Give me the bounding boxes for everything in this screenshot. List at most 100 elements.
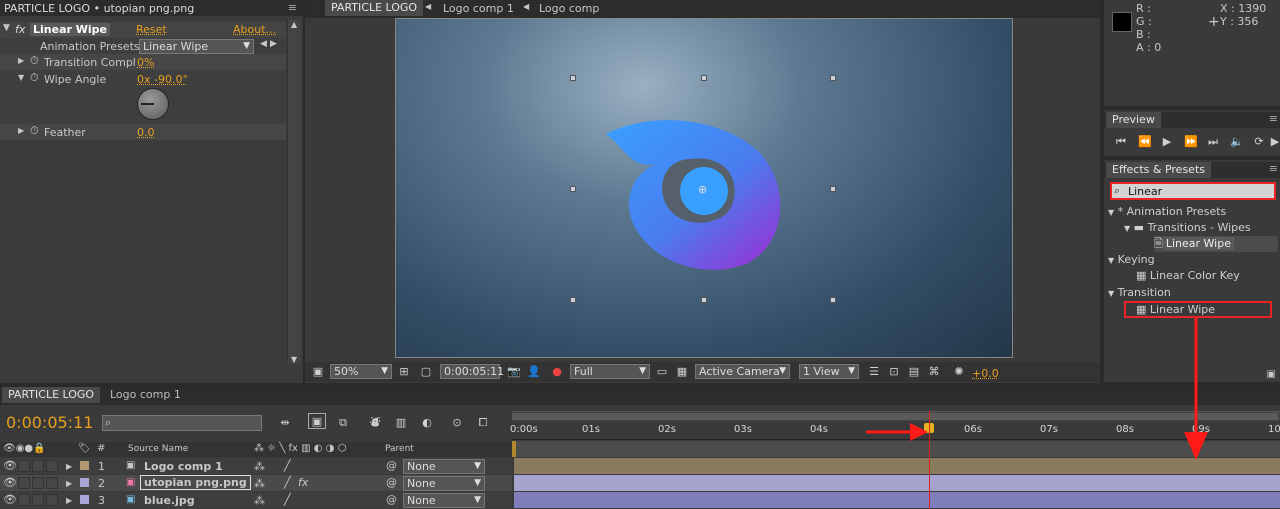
pickwhip-icon[interactable]: @ xyxy=(386,475,397,491)
stopwatch-icon[interactable]: ⏱ xyxy=(30,124,39,138)
live-update-icon[interactable]: ▣ xyxy=(308,413,326,429)
layer-name[interactable]: blue.jpg xyxy=(144,493,195,509)
collapse-arrow-icon[interactable]: ▼ xyxy=(18,73,24,82)
layer-bar[interactable] xyxy=(514,475,1280,491)
parent-dropdown[interactable]: None ▼ xyxy=(403,459,485,474)
layer-row[interactable]: 👁 ▶ 3 ▣ blue.jpg ⁂ ╱ @ None ▼ xyxy=(0,492,512,508)
fx-icon[interactable]: fx xyxy=(15,23,25,36)
expand-arrow-icon[interactable]: ▶ xyxy=(18,126,24,135)
new-folder-icon[interactable]: ▣ xyxy=(1267,369,1276,380)
transparency-grid-icon[interactable]: ▦ xyxy=(673,364,691,380)
label-color-swatch[interactable] xyxy=(80,478,89,487)
tree-item-linear-wipe-preset[interactable]: 🗎 Linear Wipe xyxy=(1154,236,1278,252)
first-frame-icon[interactable]: ⏮ xyxy=(1112,134,1130,150)
prop-transition-value[interactable]: 0% xyxy=(137,56,154,69)
layer-name[interactable]: utopian png.png xyxy=(140,475,251,490)
bbox-handle[interactable] xyxy=(570,186,576,192)
panel-menu-icon[interactable]: ≡ xyxy=(1269,162,1278,175)
last-frame-icon[interactable]: ⏭ xyxy=(1204,134,1222,150)
visibility-icon[interactable]: 👁 xyxy=(3,475,17,491)
exposure-value[interactable]: +0.0 xyxy=(972,367,999,380)
motion-blur-icon[interactable]: ◐ xyxy=(418,415,436,431)
play-icon[interactable]: ▶ xyxy=(1158,134,1176,150)
visibility-icon[interactable]: 👁 xyxy=(3,458,17,474)
quality-switch-icon[interactable]: ╱ xyxy=(284,475,291,491)
viewer-timecode[interactable]: 0:00:05:11 xyxy=(440,364,504,379)
tree-folder-transitions[interactable]: ▼ ▬ Transitions - Wipes xyxy=(1124,220,1251,236)
bbox-handle[interactable] xyxy=(830,297,836,303)
title-safe-icon[interactable]: ⊞ xyxy=(395,364,413,380)
shy-switch-icon[interactable]: ⁂ xyxy=(254,476,265,492)
toggle-pixel-aspect-icon[interactable]: ☰ xyxy=(865,364,883,380)
timeline-icon[interactable]: ▤ xyxy=(905,364,923,380)
panel-menu-icon[interactable]: ≡ xyxy=(1269,112,1278,125)
timeline-tab-particle-logo[interactable]: PARTICLE LOGO xyxy=(2,387,101,403)
timeline-timecode[interactable]: 0:00:05:11 xyxy=(6,413,93,432)
preview-title[interactable]: Preview xyxy=(1106,112,1161,128)
prev-frame-icon[interactable]: ⏪ xyxy=(1136,134,1154,150)
prop-feather-value[interactable]: 0.0 xyxy=(137,126,155,139)
next-preset-icon[interactable]: ▶ xyxy=(270,39,277,49)
shy-switch-icon[interactable]: ⁂ xyxy=(254,493,265,509)
camera-dropdown[interactable]: Active Camera ▼ xyxy=(695,364,790,379)
effect-name[interactable]: Linear Wipe xyxy=(30,23,110,36)
parent-header[interactable]: Parent xyxy=(385,444,414,454)
parent-dropdown[interactable]: None ▼ xyxy=(403,493,485,508)
hide-shy-icon[interactable]: ⛇ xyxy=(366,415,384,431)
snapshot-icon[interactable]: 📷 xyxy=(505,364,523,380)
tab-logo-comp[interactable]: Logo comp xyxy=(539,2,599,15)
anchor-point-icon[interactable]: ⊕ xyxy=(698,183,707,196)
lock-toggle[interactable] xyxy=(46,494,58,506)
brainstorm-icon[interactable]: ⊙ xyxy=(448,415,466,431)
frame-blending-icon[interactable]: ▥ xyxy=(392,415,410,431)
layer-search-field[interactable]: ⌕ xyxy=(102,415,262,431)
work-area-bar[interactable] xyxy=(512,413,1278,420)
draft-3d-icon[interactable]: ⧉ xyxy=(334,415,352,431)
solo-toggle[interactable] xyxy=(32,477,44,489)
solo-toggle[interactable] xyxy=(32,460,44,472)
bbox-handle[interactable] xyxy=(570,297,576,303)
effects-search-field[interactable]: ⌕ Linear xyxy=(1110,182,1276,200)
region-of-interest-icon[interactable]: ▭ xyxy=(653,364,671,380)
color-channels-icon[interactable]: ● xyxy=(548,364,566,380)
exposure-icon[interactable]: ✺ xyxy=(950,364,968,380)
timeline-tab-logo-comp-1[interactable]: Logo comp 1 xyxy=(104,387,187,403)
bbox-handle[interactable] xyxy=(701,297,707,303)
prev-preset-icon[interactable]: ◀ xyxy=(260,39,267,49)
audio-toggle[interactable] xyxy=(18,477,30,489)
tree-animation-presets[interactable]: ▼ * Animation Presets xyxy=(1108,204,1226,220)
flowchart-icon[interactable]: ⌘ xyxy=(925,364,943,380)
ram-preview-icon[interactable]: ▶ xyxy=(1266,134,1280,150)
resolution-dropdown[interactable]: Full ▼ xyxy=(570,364,650,379)
stopwatch-icon[interactable]: ⏱ xyxy=(30,54,39,68)
views-dropdown[interactable]: 1 View ▼ xyxy=(799,364,859,379)
panel-menu-icon[interactable]: ≡ xyxy=(288,1,297,14)
comp-work-area[interactable] xyxy=(512,441,1280,457)
tree-item-linear-color-key[interactable]: ▦ Linear Color Key xyxy=(1136,268,1240,284)
angle-dial[interactable] xyxy=(137,88,169,120)
tree-keying[interactable]: ▼ Keying xyxy=(1108,252,1155,268)
bbox-handle[interactable] xyxy=(701,75,707,81)
layer-bar[interactable] xyxy=(514,458,1280,474)
audio-toggle[interactable] xyxy=(18,460,30,472)
scroll-down-icon[interactable]: ▼ xyxy=(291,355,297,364)
fx-switch-icon[interactable]: fx xyxy=(298,475,308,491)
tab-logo-comp-1[interactable]: Logo comp 1 xyxy=(443,2,514,15)
about-link[interactable]: About... xyxy=(233,23,276,36)
pickwhip-icon[interactable]: @ xyxy=(386,492,397,508)
layer-bar[interactable] xyxy=(514,492,1280,508)
presets-dropdown[interactable]: Linear Wipe ▼ xyxy=(139,39,254,54)
lock-toggle[interactable] xyxy=(46,460,58,472)
layer-row[interactable]: 👁 ▶ 2 ▣ utopian png.png ⁂ ╱ fx @ None ▼ xyxy=(0,475,512,491)
show-snapshot-icon[interactable]: 👤 xyxy=(525,364,543,380)
tree-transition[interactable]: ▼ Transition xyxy=(1108,285,1171,301)
pickwhip-icon[interactable]: @ xyxy=(386,458,397,474)
quality-switch-icon[interactable]: ╱ xyxy=(284,458,291,474)
time-ruler[interactable]: 0:00s 01s 02s 03s 04s 06s 07s 08s 09s 10 xyxy=(510,422,1280,440)
audio-icon[interactable]: 🔈 xyxy=(1228,134,1246,150)
bbox-handle[interactable] xyxy=(830,186,836,192)
label-color-swatch[interactable] xyxy=(80,495,89,504)
mask-visibility-icon[interactable]: ▢ xyxy=(417,364,435,380)
comp-canvas[interactable]: ⊕ xyxy=(395,18,1013,358)
source-name-header[interactable]: Source Name xyxy=(128,444,188,454)
